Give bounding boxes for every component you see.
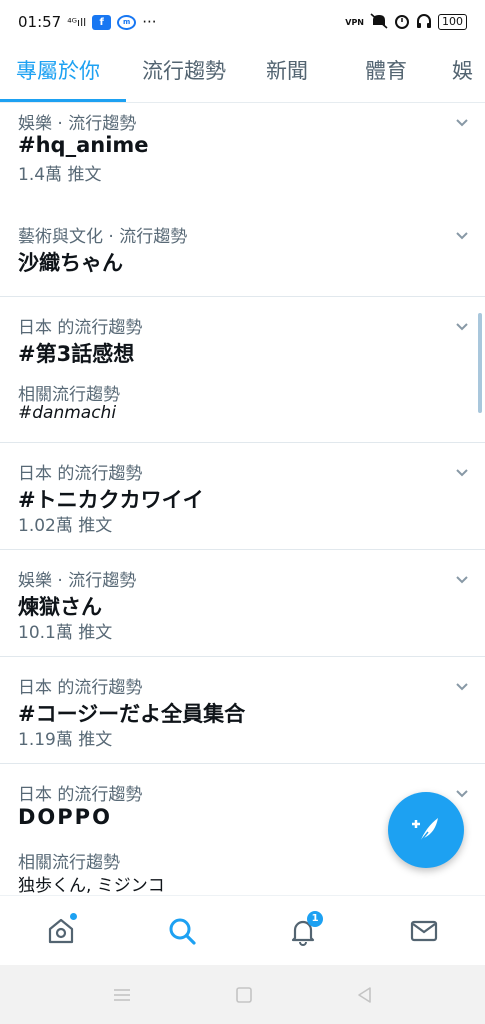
trend-title: 沙織ちゃん <box>18 251 123 275</box>
tab-bar: 專屬於你 流行趨勢 新聞 體育 娛 <box>0 44 485 103</box>
nav-search-button[interactable] <box>152 901 212 961</box>
trend-item[interactable]: 藝術與文化 · 流行趨勢 沙織ちゃん <box>0 206 485 297</box>
signal-icon: ⁴ᴳıll <box>67 15 87 29</box>
related-trends-value[interactable]: 独歩くん, ミジンコ <box>18 871 165 895</box>
trend-title: DOPPO <box>18 805 112 829</box>
trend-item[interactable]: 日本 的流行趨勢 #コージーだよ全員集合 1.19萬 推文 <box>0 657 485 764</box>
home-new-dot <box>69 913 77 920</box>
chevron-down-icon[interactable] <box>455 319 469 333</box>
trend-title: 煉獄さん <box>18 595 102 619</box>
mute-icon <box>370 12 388 32</box>
back-icon[interactable] <box>356 986 374 1004</box>
home-square-icon[interactable] <box>235 986 253 1004</box>
trend-context: 藝術與文化 · 流行趨勢 <box>18 227 188 247</box>
status-time: 01:57 <box>18 13 62 31</box>
chevron-down-icon[interactable] <box>455 572 469 586</box>
tab-trending[interactable]: 流行趨勢 <box>126 44 250 102</box>
trend-tweet-count: 1.02萬 推文 <box>18 516 113 536</box>
vpn-icon: VPN <box>345 17 364 27</box>
trend-title: #トニカクカワイイ <box>18 488 204 512</box>
trend-context: 娛樂 · 流行趨勢 <box>18 571 137 591</box>
chevron-down-icon[interactable] <box>455 115 469 129</box>
nav-notifications-button[interactable]: 1 <box>273 901 333 961</box>
compose-tweet-button[interactable] <box>388 792 464 868</box>
notifications-badge: 1 <box>307 911 324 927</box>
messenger-icon: m <box>117 14 137 30</box>
more-notifications-icon: ··· <box>142 13 157 31</box>
menu-icon[interactable] <box>112 987 132 1003</box>
nav-home-button[interactable] <box>31 901 91 961</box>
trend-context: 日本 的流行趨勢 <box>18 785 143 805</box>
headphones-icon <box>416 13 432 32</box>
chevron-down-icon[interactable] <box>455 228 469 242</box>
status-bar: 01:57 ⁴ᴳıll f m ··· VPN 100 <box>0 0 485 44</box>
tab-sports[interactable]: 體育 <box>336 44 436 102</box>
trend-item[interactable]: 娛樂 · 流行趨勢 #hq_anime 1.4萬 推文 <box>0 103 485 193</box>
trend-title: #コージーだよ全員集合 <box>18 702 246 726</box>
tab-news[interactable]: 新聞 <box>250 44 336 102</box>
search-icon <box>169 918 196 945</box>
trend-context: 日本 的流行趨勢 <box>18 464 143 484</box>
trend-item[interactable]: 日本 的流行趨勢 #第3話感想 相關流行趨勢 #danmachi <box>0 297 485 443</box>
trend-context: 娛樂 · 流行趨勢 <box>18 114 137 134</box>
related-trends-value[interactable]: #danmachi <box>18 403 116 423</box>
trend-tweet-count: 1.19萬 推文 <box>18 730 113 750</box>
chevron-down-icon[interactable] <box>455 679 469 693</box>
mail-icon <box>411 920 438 942</box>
nav-messages-button[interactable] <box>394 901 454 961</box>
trend-title: #第3話感想 <box>18 342 135 366</box>
trend-item[interactable]: 娛樂 · 流行趨勢 煉獄さん 10.1萬 推文 <box>0 550 485 657</box>
related-trends-label: 相關流行趨勢 <box>18 385 120 405</box>
trend-title: #hq_anime <box>18 133 149 157</box>
status-right: VPN 100 <box>345 12 467 32</box>
bottom-navigation: 1 <box>0 895 485 966</box>
trend-item[interactable]: 日本 的流行趨勢 #トニカクカワイイ 1.02萬 推文 <box>0 443 485 550</box>
facebook-icon: f <box>92 14 112 30</box>
status-left: 01:57 ⁴ᴳıll f m ··· <box>18 13 157 31</box>
home-icon <box>48 918 73 944</box>
tab-entertainment[interactable]: 娛 <box>436 44 485 102</box>
scrollbar[interactable] <box>478 313 482 413</box>
trend-tweet-count: 1.4萬 推文 <box>18 165 102 185</box>
related-trends-label: 相關流行趨勢 <box>18 853 120 873</box>
trend-tweet-count: 10.1萬 推文 <box>18 623 113 643</box>
trend-context: 日本 的流行趨勢 <box>18 318 143 338</box>
chevron-down-icon[interactable] <box>455 786 469 800</box>
battery-icon: 100 <box>438 14 467 30</box>
alarm-icon <box>394 13 410 32</box>
compose-icon <box>412 818 438 843</box>
chevron-down-icon[interactable] <box>455 465 469 479</box>
trend-context: 日本 的流行趨勢 <box>18 678 143 698</box>
trends-list: 娛樂 · 流行趨勢 #hq_anime 1.4萬 推文 藝術與文化 · 流行趨勢… <box>0 103 485 895</box>
system-navigation-bar <box>0 965 485 1024</box>
tab-for-you[interactable]: 專屬於你 <box>0 44 126 102</box>
